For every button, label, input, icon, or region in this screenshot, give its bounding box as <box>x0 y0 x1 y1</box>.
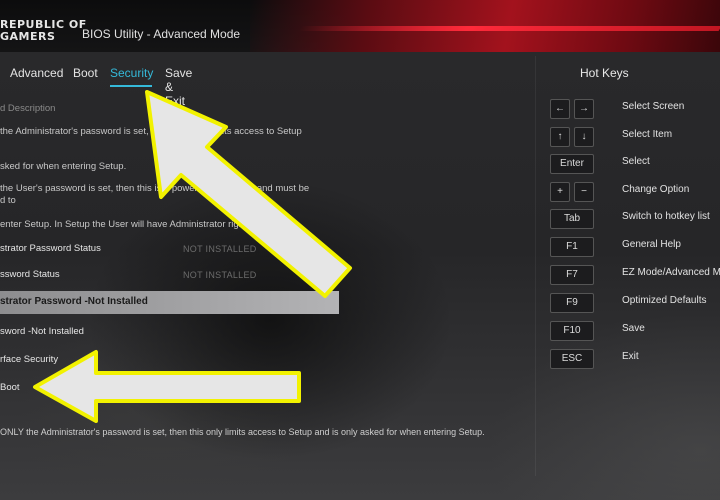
user-password-item[interactable]: sword -Not Installed <box>0 326 84 337</box>
secure-boot-item[interactable]: Boot <box>0 382 20 393</box>
annotation-arrow-icon <box>145 90 352 298</box>
tab-security[interactable]: Security <box>110 66 153 80</box>
f9-key[interactable]: F9 <box>550 293 594 313</box>
down-arrow-key[interactable]: ↓ <box>574 127 594 147</box>
esc-key[interactable]: ESC <box>550 349 594 369</box>
administrator-password-item[interactable]: strator Password -Not Installed <box>0 291 339 314</box>
f10-key[interactable]: F10 <box>550 321 594 341</box>
hotkey-row: ↑ ↓ Select Item <box>550 127 720 147</box>
hotkey-row: F1 General Help <box>550 237 720 257</box>
f7-key[interactable]: F7 <box>550 265 594 285</box>
admin-password-description: the Administrator's password is set, the… <box>0 126 302 137</box>
hotkey-row: F9 Optimized Defaults <box>550 293 720 313</box>
interface-security-item[interactable]: rface Security <box>0 354 58 365</box>
hotkeys-title: Hot Keys <box>580 66 629 80</box>
hotkey-row: ← → Select Screen <box>550 99 720 119</box>
plus-key[interactable]: + <box>550 182 570 202</box>
hotkey-description: Switch to hotkey list <box>622 211 710 222</box>
hotkey-description: Select <box>622 156 650 167</box>
hotkey-description: Select Screen <box>622 101 685 112</box>
help-description: ONLY the Administrator's password is set… <box>0 427 485 437</box>
administrator-password-label: strator Password -Not Installed <box>0 296 148 307</box>
hotkey-row: + − Change Option <box>550 182 720 202</box>
admin-password-status-label: strator Password Status <box>0 243 101 254</box>
left-arrow-key[interactable]: ← <box>550 99 570 119</box>
hotkey-row: Enter Select <box>550 154 720 174</box>
user-password-status-label: ssword Status <box>0 269 60 280</box>
hotkey-row: F10 Save <box>550 321 720 341</box>
hotkey-description: EZ Mode/Advanced Mod <box>622 267 720 278</box>
hotkey-description: Optimized Defaults <box>622 295 707 306</box>
tab-boot[interactable]: Boot <box>73 66 98 80</box>
enter-key[interactable]: Enter <box>550 154 594 174</box>
tab-save-exit[interactable]: Save & Exit <box>165 66 192 108</box>
hotkey-row: Tab Switch to hotkey list <box>550 209 720 229</box>
user-password-status-value: NOT INSTALLED <box>183 270 257 280</box>
user-password-description-cont: d to <box>0 195 16 206</box>
hotkey-description: Save <box>622 323 645 334</box>
tab-advanced[interactable]: Advanced <box>10 66 63 80</box>
minus-key[interactable]: − <box>574 182 594 202</box>
right-arrow-key[interactable]: → <box>574 99 594 119</box>
rog-logo-text: GAMERS <box>0 30 56 43</box>
section-heading: d Description <box>0 103 56 114</box>
admin-password-description-cont: sked for when entering Setup. <box>0 161 127 172</box>
panel-divider <box>535 56 536 476</box>
bios-screen: REPUBLIC OF GAMERS BIOS Utility - Advanc… <box>0 0 720 500</box>
hotkey-description: Select Item <box>622 129 673 140</box>
header-bar: REPUBLIC OF GAMERS BIOS Utility - Advanc… <box>0 0 720 52</box>
bios-title: BIOS Utility - Advanced Mode <box>82 27 241 41</box>
up-arrow-key[interactable]: ↑ <box>550 127 570 147</box>
header-red-streak <box>298 26 720 31</box>
hotkey-row: F7 EZ Mode/Advanced Mod <box>550 265 720 285</box>
tab-key[interactable]: Tab <box>550 209 594 229</box>
hotkey-description: Change Option <box>622 184 690 195</box>
hotkey-description: General Help <box>622 239 681 250</box>
annotation-arrow-icon <box>33 350 301 423</box>
admin-password-status-value: NOT INSTALLED <box>183 244 257 254</box>
f1-key[interactable]: F1 <box>550 237 594 257</box>
hotkey-description: Exit <box>622 351 639 362</box>
hotkey-row: ESC Exit <box>550 349 720 369</box>
user-password-description: the User's password is set, then this is… <box>0 183 310 194</box>
active-tab-underline <box>110 85 152 87</box>
user-password-description-cont2: enter Setup. In Setup the User will have… <box>0 219 254 230</box>
